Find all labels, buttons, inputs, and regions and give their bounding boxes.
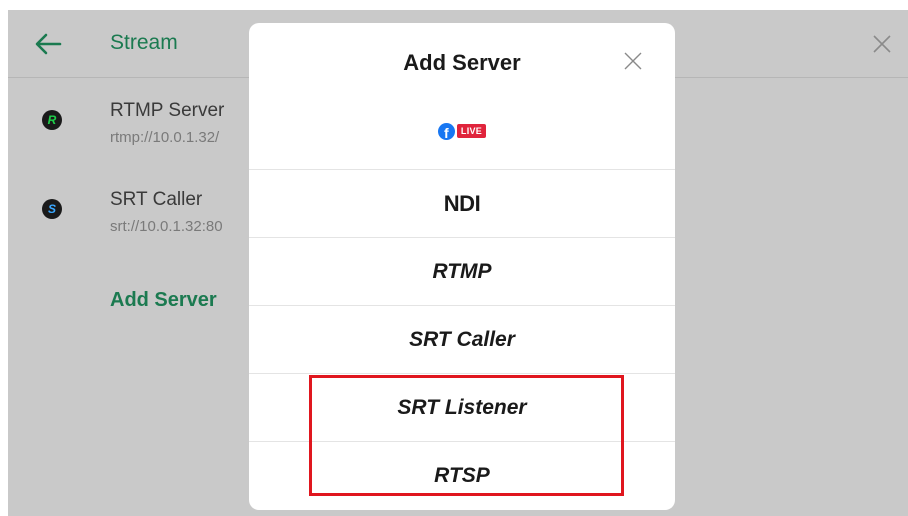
dialog-close-icon[interactable] [623, 51, 643, 71]
server-name: SRT Caller [110, 189, 203, 210]
close-icon[interactable] [872, 34, 892, 54]
option-srt-caller[interactable]: SRT Caller [249, 305, 675, 373]
facebook-live-logo-icon: f LIVE [437, 122, 487, 140]
logo-letter: R [47, 113, 57, 127]
page-title: Stream [110, 31, 178, 54]
back-arrow-icon[interactable] [34, 32, 62, 56]
option-label: SRT Listener [397, 395, 527, 419]
dialog-header: Add Server [249, 23, 675, 101]
option-label: SRT Caller [409, 327, 515, 351]
option-label: RTMP [432, 259, 492, 283]
option-ndi[interactable]: NDI [249, 169, 675, 237]
option-facebook-live[interactable]: f LIVE [249, 101, 675, 169]
server-url: srt://10.0.1.32:80 [110, 218, 223, 235]
add-server-link[interactable]: Add Server [110, 289, 217, 312]
option-rtmp[interactable]: RTMP [249, 237, 675, 305]
rtmp-server-logo-icon: R [42, 110, 62, 130]
server-name: RTMP Server [110, 100, 225, 121]
facebook-icon: f [437, 122, 455, 140]
server-url: rtmp://10.0.1.32/ [110, 129, 220, 146]
srt-server-logo-icon: S [42, 199, 62, 219]
dialog-title: Add Server [403, 50, 521, 75]
ndi-logo: NDI [443, 190, 481, 216]
logo-letter: S [47, 202, 56, 216]
add-server-dialog: Add Server f LIVE NDI RTMP SRT Caller SR… [249, 23, 675, 510]
option-label: RTSP [434, 463, 490, 487]
live-badge: LIVE [456, 124, 487, 138]
option-srt-listener[interactable]: SRT Listener [249, 373, 675, 441]
option-rtsp[interactable]: RTSP [249, 441, 675, 509]
